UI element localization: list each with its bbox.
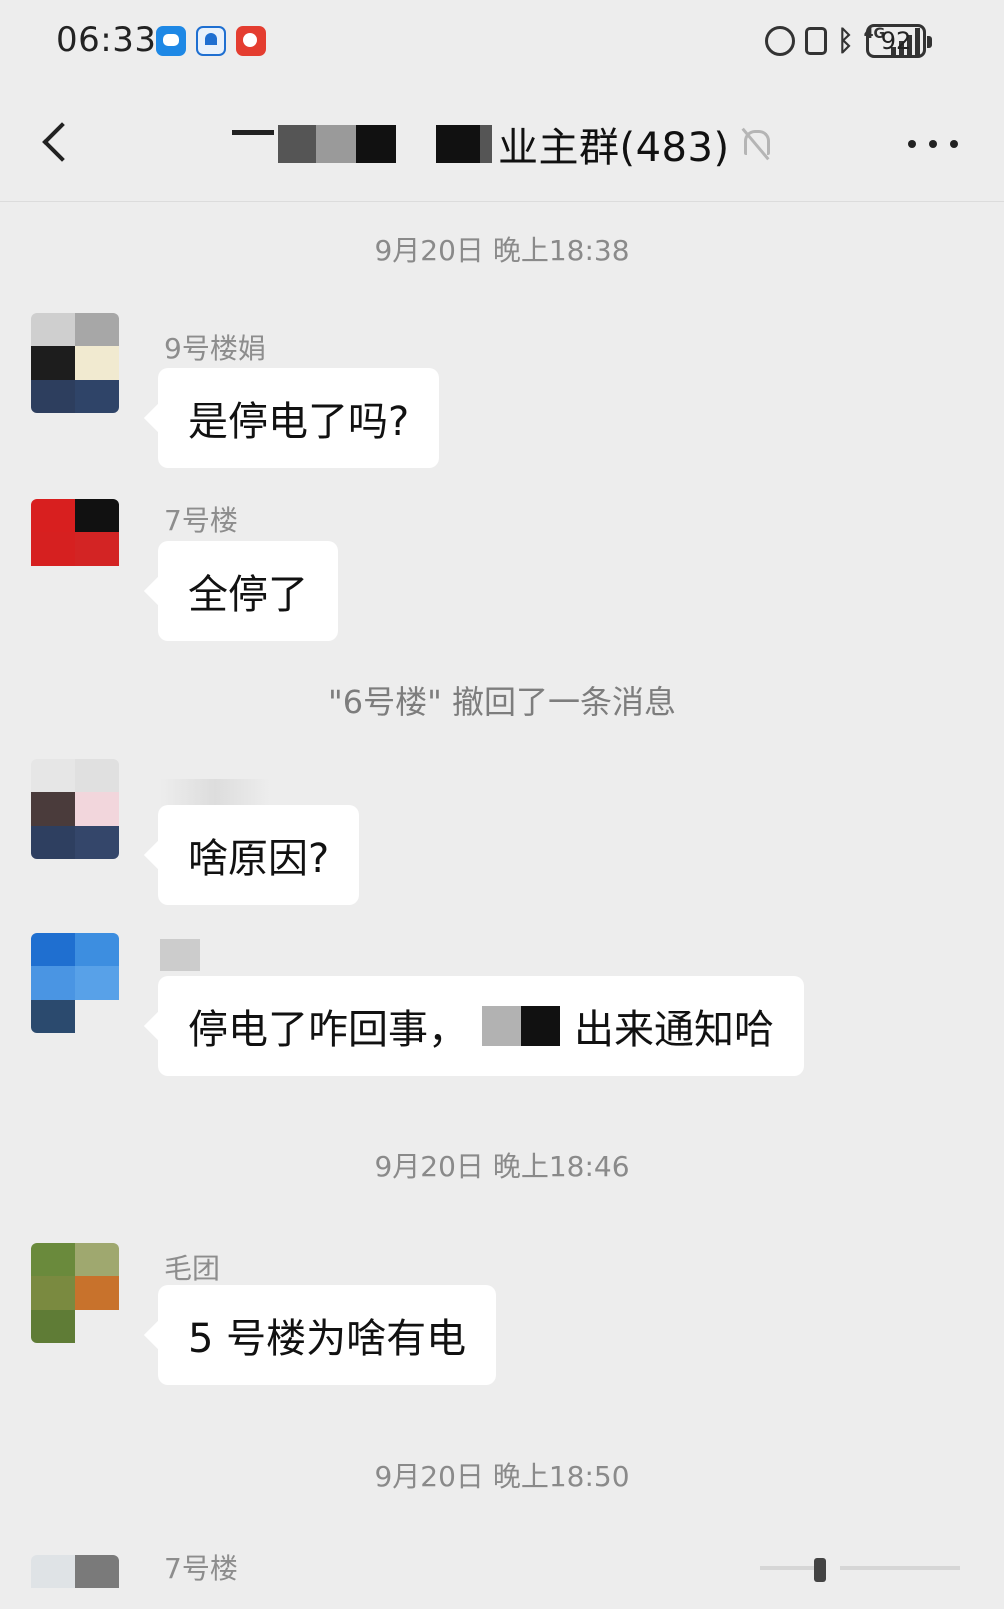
redacted-name <box>482 1006 560 1046</box>
message-text: 啥原因? <box>188 836 330 882</box>
timestamp: 9月20日 晚上18:46 <box>374 1150 630 1183</box>
bell-off-icon <box>740 126 770 162</box>
battery-indicator: 92 <box>866 24 932 58</box>
timestamp: 9月20日 晚上18:50 <box>374 1460 630 1493</box>
recall-notice: "6号楼" 撤回了一条消息 <box>328 683 676 721</box>
sender-name: 毛团 <box>164 1252 221 1285</box>
watermark-bar <box>760 1556 980 1590</box>
timestamp: 9月20日 晚上18:38 <box>374 234 630 267</box>
avatar[interactable] <box>31 1243 119 1343</box>
more-dot <box>929 140 937 148</box>
sender-name: 7号楼 <box>164 504 238 537</box>
data-saver-icon <box>764 26 795 56</box>
message-list[interactable]: 9月20日 晚上18:38 9号楼娟 是停电了吗? 7号楼 全停了 "6号楼" … <box>0 203 1004 1609</box>
status-bar: 06:33 ᛒ 4G 92 <box>0 0 1004 86</box>
message-text: 5 号楼为啥有电 <box>188 1316 467 1362</box>
message-app-icon <box>156 26 186 56</box>
more-button[interactable] <box>908 126 958 162</box>
chat-screen: 06:33 ᛒ 4G 92 业主群(483) 9月20日 晚上18:38 9号楼… <box>0 0 1004 1609</box>
nfc-icon <box>804 27 827 55</box>
avatar[interactable] <box>31 933 119 1033</box>
chat-title[interactable]: 业主群(483) <box>232 116 730 172</box>
chat-title-text: 业主群(483) <box>498 125 730 171</box>
avatar[interactable] <box>31 313 119 413</box>
sender-name: 9号楼娟 <box>164 332 266 365</box>
more-dot <box>950 140 958 148</box>
redacted-title-part <box>232 124 492 164</box>
avatar[interactable] <box>31 1555 119 1609</box>
back-button[interactable] <box>34 116 84 172</box>
bluetooth-icon: ᛒ <box>836 24 854 57</box>
message-text-end: 出来通知哈 <box>574 1007 774 1053</box>
message-text: 全停了 <box>188 572 308 618</box>
sender-name: 7号楼 <box>164 1552 238 1585</box>
message-bubble[interactable]: 5 号楼为啥有电 <box>158 1285 497 1385</box>
chat-header: 业主群(483) <box>0 86 1004 202</box>
status-time: 06:33 <box>56 20 157 60</box>
message-text: 是停电了吗? <box>188 399 410 445</box>
message-bubble[interactable]: 全停了 <box>158 541 338 641</box>
notification-app-icon <box>236 26 266 56</box>
message-bubble[interactable]: 是停电了吗? <box>158 368 440 468</box>
message-bubble[interactable]: 停电了咋回事， 出来通知哈 <box>158 976 804 1076</box>
shopping-app-icon <box>196 26 226 56</box>
message-bubble[interactable]: 啥原因? <box>158 805 360 905</box>
avatar[interactable] <box>31 499 119 599</box>
redacted-sender-name <box>160 939 200 971</box>
more-dot <box>908 140 916 148</box>
message-text-start: 停电了咋回事， <box>188 1007 468 1053</box>
avatar[interactable] <box>31 759 119 859</box>
